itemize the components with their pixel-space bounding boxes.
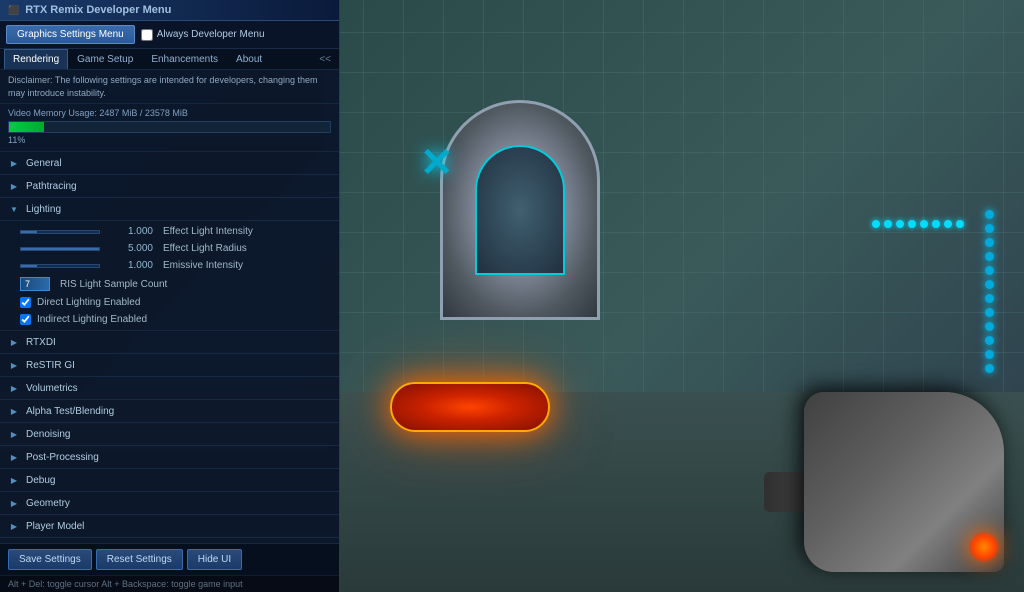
section-general[interactable]: General [0,152,339,175]
denoising-expand-icon [8,428,20,440]
memory-percent: 11% [8,135,331,145]
restir-gi-title: ReSTIR GI [26,360,75,371]
setting-effect-light-radius: 5.000 Effect Light Radius [0,240,339,257]
effect-light-intensity-label: Effect Light Intensity [163,226,253,237]
player-model-title: Player Model [26,521,84,532]
lighting-settings: 1.000 Effect Light Intensity 5.000 Effec… [0,221,339,331]
disclaimer-text: Disclaimer: The following settings are i… [0,70,339,104]
setting-ris-light-sample: 7 RIS Light Sample Count [0,274,339,294]
indirect-lighting-row[interactable]: Indirect Lighting Enabled [0,311,339,328]
player-model-expand-icon [8,520,20,532]
alpha-test-expand-icon [8,405,20,417]
emissive-intensity-label: Emissive Intensity [163,260,243,271]
memory-bar-fill [9,122,44,132]
top-buttons-row: Graphics Settings Menu Always Developer … [0,21,339,49]
memory-label: Video Memory Usage: 2487 MiB / 23578 MiB [8,108,331,118]
general-expand-icon [8,157,20,169]
ris-sample-slider[interactable]: 7 [20,277,50,291]
memory-section: Video Memory Usage: 2487 MiB / 23578 MiB… [0,104,339,152]
debug-expand-icon [8,474,20,486]
red-device [390,382,550,442]
tab-about[interactable]: About [227,49,271,69]
tab-bar: Rendering Game Setup Enhancements About … [0,49,339,70]
direct-lighting-checkbox[interactable] [20,297,31,308]
portal-door [440,100,600,320]
tab-enhancements[interactable]: Enhancements [142,49,227,69]
panel-content[interactable]: General Pathtracing Lighting 1.000 Effec… [0,152,339,543]
effect-light-radius-slider[interactable] [20,247,100,251]
lighting-expand-icon [8,203,20,215]
direct-lighting-label: Direct Lighting Enabled [37,297,140,308]
corridor-dots [872,220,964,228]
section-post-processing[interactable]: Post-Processing [0,446,339,469]
graphics-settings-button[interactable]: Graphics Settings Menu [6,25,135,44]
volumetrics-expand-icon [8,382,20,394]
memory-bar-container [8,121,331,133]
setting-emissive-intensity: 1.000 Emissive Intensity [0,257,339,274]
indirect-lighting-label: Indirect Lighting Enabled [37,314,147,325]
effect-light-intensity-value: 1.000 [108,226,153,237]
x-marker: ✕ [420,140,454,186]
indirect-lighting-checkbox[interactable] [20,314,31,325]
bottom-buttons: Save Settings Reset Settings Hide UI [0,543,339,575]
post-processing-title: Post-Processing [26,452,99,463]
post-processing-expand-icon [8,451,20,463]
denoising-title: Denoising [26,429,70,440]
emissive-intensity-value: 1.000 [108,260,153,271]
effect-light-intensity-slider[interactable] [20,230,100,234]
lighting-title: Lighting [26,204,61,215]
section-volumetrics[interactable]: Volumetrics [0,377,339,400]
tab-game-setup[interactable]: Game Setup [68,49,142,69]
hotkeys-footer: Alt + Del: toggle cursor Alt + Backspace… [0,575,339,592]
portal-gun [674,312,1024,592]
rtxdi-title: RTXDI [26,337,56,348]
tab-scroll-arrow[interactable]: << [315,52,335,67]
section-lighting[interactable]: Lighting [0,198,339,221]
setting-effect-light-intensity: 1.000 Effect Light Intensity [0,223,339,240]
window-icon: ⬛ [8,5,19,16]
section-rtxdi[interactable]: RTXDI [0,331,339,354]
title-bar: ⬛ RTX Remix Developer Menu [0,0,339,21]
general-title: General [26,158,62,169]
restir-gi-expand-icon [8,359,20,371]
section-alpha-test[interactable]: Alpha Test/Blending [0,400,339,423]
emissive-intensity-slider[interactable] [20,264,100,268]
geometry-title: Geometry [26,498,70,509]
section-pathtracing[interactable]: Pathtracing [0,175,339,198]
direct-lighting-row[interactable]: Direct Lighting Enabled [0,294,339,311]
always-developer-checkbox[interactable] [141,29,153,41]
always-developer-label[interactable]: Always Developer Menu [141,29,265,41]
reset-settings-button[interactable]: Reset Settings [96,549,183,570]
ris-light-sample-label: RIS Light Sample Count [60,279,167,290]
section-debug[interactable]: Debug [0,469,339,492]
pathtracing-expand-icon [8,180,20,192]
pathtracing-title: Pathtracing [26,181,77,192]
section-geometry[interactable]: Geometry [0,492,339,515]
section-denoising[interactable]: Denoising [0,423,339,446]
save-settings-button[interactable]: Save Settings [8,549,92,570]
section-player-model[interactable]: Player Model [0,515,339,538]
developer-menu-panel: ⬛ RTX Remix Developer Menu Graphics Sett… [0,0,340,592]
section-restir-gi[interactable]: ReSTIR GI [0,354,339,377]
effect-light-radius-label: Effect Light Radius [163,243,247,254]
window-title: RTX Remix Developer Menu [25,4,171,16]
geometry-expand-icon [8,497,20,509]
debug-title: Debug [26,475,55,486]
tab-rendering[interactable]: Rendering [4,49,68,69]
alpha-test-title: Alpha Test/Blending [26,406,114,417]
rtxdi-expand-icon [8,336,20,348]
hide-ui-button[interactable]: Hide UI [187,549,242,570]
volumetrics-title: Volumetrics [26,383,78,394]
effect-light-radius-value: 5.000 [108,243,153,254]
